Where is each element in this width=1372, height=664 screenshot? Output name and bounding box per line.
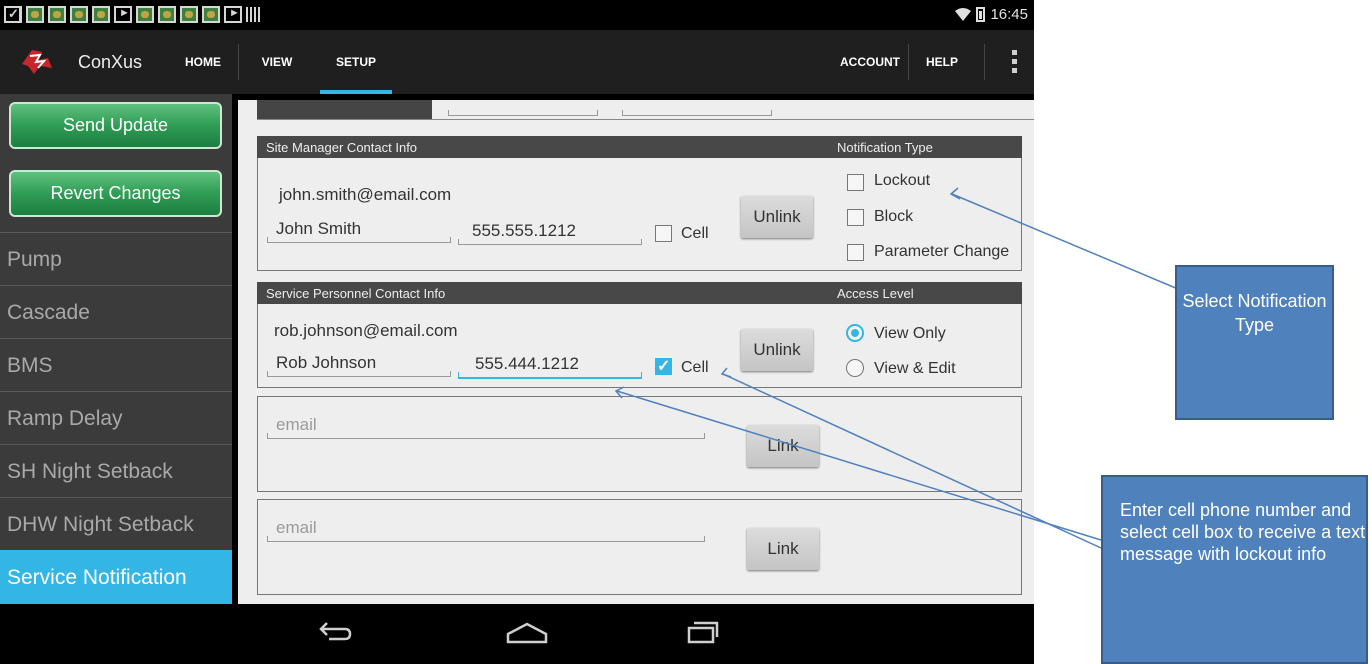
service-personnel-cell-checkbox[interactable] [655, 356, 672, 376]
status-bar: 16:45 [0, 0, 1034, 30]
lockout-checkbox[interactable] [847, 174, 864, 191]
previous-section-edge [257, 100, 1034, 120]
email-input[interactable]: email [267, 413, 705, 439]
service-personnel-unlink-button[interactable]: Unlink [741, 329, 813, 371]
sidebar-item-dhw-night-setback[interactable]: DHW Night Setback [0, 497, 232, 550]
service-personnel-phone-field[interactable]: 555.444.1212 [458, 353, 642, 379]
menu-divider [908, 44, 909, 80]
play-store-icon [224, 6, 242, 23]
notification-icons [4, 6, 260, 23]
revert-changes-button[interactable]: Revert Changes [9, 170, 222, 217]
site-manager-title: Site Manager Contact Info [266, 140, 418, 155]
site-manager-unlink-button[interactable]: Unlink [741, 196, 813, 238]
image-notification-icon [180, 6, 198, 23]
sidebar-item-sh-night-setback[interactable]: SH Night Setback [0, 444, 232, 497]
app-title: ConXus [78, 52, 143, 72]
send-update-button[interactable]: Send Update [9, 102, 222, 149]
image-notification-icon [70, 6, 88, 23]
link-button[interactable]: Link [747, 425, 819, 467]
wifi-icon [955, 7, 972, 22]
link-button[interactable]: Link [747, 528, 819, 570]
empty-contact-card: email Link [257, 396, 1022, 492]
site-manager-header: Site Manager Contact Info Notification T… [257, 136, 1022, 158]
service-personnel-header: Service Personnel Contact Info Access Le… [257, 282, 1022, 304]
checkbox-notification-icon [4, 6, 21, 23]
view-edit-label: View & Edit [874, 360, 956, 377]
conxus-logo-icon[interactable] [18, 46, 54, 76]
status-right: 16:45 [955, 6, 1028, 23]
account-menu[interactable]: ACCOUNT [832, 30, 908, 94]
battery-icon [976, 7, 986, 22]
service-personnel-card: Service Personnel Contact Info Access Le… [257, 282, 1022, 388]
sidebar-item-cascade[interactable]: Cascade [0, 285, 232, 338]
service-personnel-name-field[interactable]: Rob Johnson [267, 351, 451, 377]
help-menu[interactable]: HELP [914, 30, 970, 94]
tab-home[interactable]: HOME [168, 30, 238, 94]
view-only-label: View Only [874, 325, 946, 342]
sidebar: Send Update Revert Changes Pump Cascade … [0, 94, 232, 604]
empty-contact-card: email Link [257, 499, 1022, 595]
lockout-label: Lockout [874, 172, 931, 189]
settings-panel: Site Manager Contact Info Notification T… [238, 100, 1034, 604]
menu-divider [984, 44, 985, 80]
block-checkbox[interactable] [847, 209, 864, 226]
cell-phone-callout: Enter cell phone number and select cell … [1101, 475, 1368, 664]
service-personnel-email[interactable]: rob.johnson@email.com [274, 321, 458, 341]
service-personnel-title: Service Personnel Contact Info [266, 286, 446, 301]
parameter-change-checkbox[interactable] [847, 244, 864, 261]
tab-divider [238, 44, 239, 80]
notification-type-title: Notification Type [837, 140, 933, 155]
overflow-menu-icon[interactable] [1012, 50, 1018, 74]
site-manager-cell-checkbox[interactable] [655, 225, 672, 242]
image-notification-icon [136, 6, 154, 23]
view-edit-radio[interactable] [846, 359, 864, 377]
image-notification-icon [158, 6, 176, 23]
site-manager-phone-field[interactable]: 555.555.1212 [458, 219, 642, 245]
sidebar-item-bms[interactable]: BMS [0, 338, 232, 391]
tab-setup[interactable]: SETUP [320, 30, 392, 94]
sidebar-item-pump[interactable]: Pump [0, 232, 232, 285]
image-notification-icon [48, 6, 66, 23]
tab-view[interactable]: VIEW [246, 30, 308, 94]
access-level-title: Access Level [837, 286, 914, 301]
view-only-radio[interactable] [846, 324, 864, 342]
site-manager-cell-label: Cell [681, 225, 709, 242]
email-input[interactable]: email [267, 516, 705, 542]
site-manager-card: Site Manager Contact Info Notification T… [257, 136, 1022, 271]
notification-type-callout: Select Notification Type [1175, 265, 1334, 420]
clock: 16:45 [990, 6, 1028, 23]
image-notification-icon [26, 6, 44, 23]
barcode-icon [246, 7, 260, 22]
tablet-screen: 16:45 ConXus HOME VIEW SETUP ACCOUNT HEL… [0, 0, 1034, 664]
content-area: Site Manager Contact Info Notification T… [232, 94, 1034, 604]
site-manager-name-field[interactable]: John Smith [267, 217, 451, 243]
system-nav-bar [0, 604, 1034, 664]
play-store-icon [114, 6, 132, 23]
parameter-change-label: Parameter Change [874, 243, 1010, 260]
image-notification-icon [92, 6, 110, 23]
site-manager-email[interactable]: john.smith@email.com [279, 185, 451, 205]
sidebar-item-service-notification[interactable]: Service Notification [0, 550, 232, 604]
block-label: Block [874, 208, 914, 225]
image-notification-icon [202, 6, 220, 23]
service-personnel-cell-label: Cell [681, 359, 709, 376]
sidebar-item-ramp-delay[interactable]: Ramp Delay [0, 391, 232, 444]
action-bar: ConXus HOME VIEW SETUP ACCOUNT HELP [0, 30, 1034, 94]
